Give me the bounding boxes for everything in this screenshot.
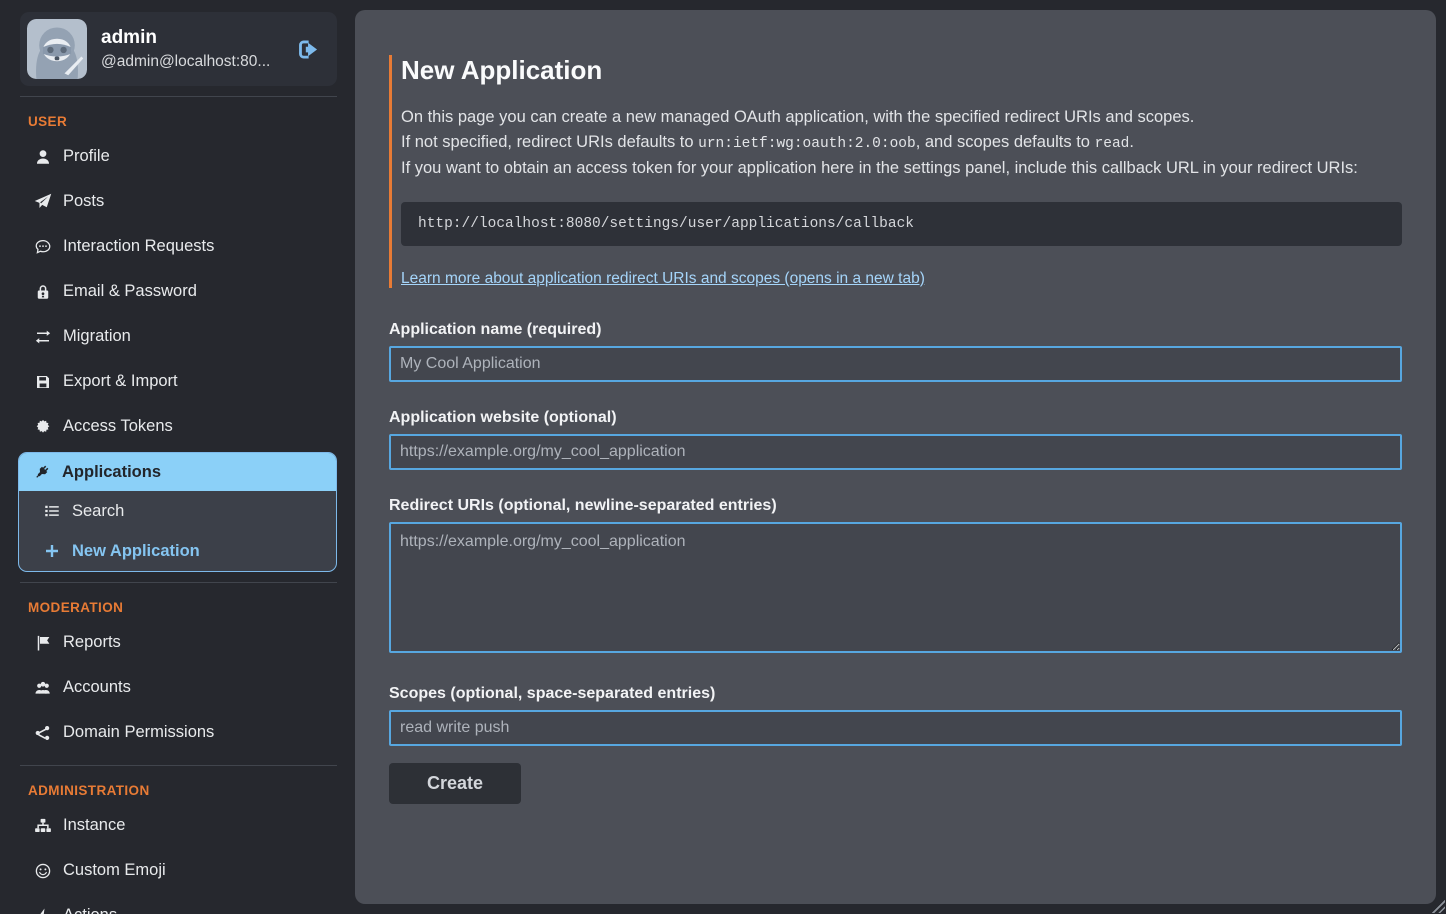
section-label-administration: ADMINISTRATION <box>20 766 337 803</box>
sidebar-item-label: Instance <box>63 816 125 835</box>
paper-plane-icon <box>32 193 53 211</box>
sidebar-item-label: Search <box>72 502 124 521</box>
user-handle: @admin@localhost:80... <box>101 53 270 71</box>
main-panel: New Application On this page you can cre… <box>355 10 1436 904</box>
scopes-label: Scopes (optional, space-separated entrie… <box>389 685 1402 703</box>
redirect-uris-label: Redirect URIs (optional, newline-separat… <box>389 497 1402 515</box>
sidebar-item-label: Reports <box>63 633 121 652</box>
user-name: admin <box>101 27 270 49</box>
sidebar-item-label: Domain Permissions <box>63 723 214 742</box>
sidebar-item-label: Posts <box>63 192 104 211</box>
application-website-input[interactable] <box>389 434 1402 470</box>
plus-icon <box>41 542 62 560</box>
inline-code-read: read <box>1095 136 1130 152</box>
sitemap-icon <box>32 817 53 835</box>
list-icon <box>41 502 62 520</box>
learn-more-link[interactable]: Learn more about application redirect UR… <box>401 270 925 288</box>
application-name-input[interactable] <box>389 346 1402 382</box>
sidebar-item-label: Migration <box>63 327 131 346</box>
scopes-input[interactable] <box>389 710 1402 746</box>
section-label-user: USER <box>20 97 337 134</box>
section-label-moderation: MODERATION <box>20 583 337 620</box>
sidebar-item-instance[interactable]: Instance <box>20 803 337 848</box>
plug-icon <box>31 463 52 481</box>
flag-icon <box>32 634 53 652</box>
sidebar-item-label: Interaction Requests <box>63 237 214 256</box>
sidebar: admin @admin@localhost:80... USER Profil… <box>0 0 355 914</box>
sidebar-item-label: Accounts <box>63 678 131 697</box>
bolt-icon <box>32 907 53 914</box>
intro-line-1: On this page you can create a new manage… <box>401 105 1402 130</box>
application-website-label: Application website (optional) <box>389 409 1402 427</box>
create-button[interactable]: Create <box>389 763 521 804</box>
sidebar-item-access-tokens[interactable]: Access Tokens <box>20 404 337 449</box>
sidebar-item-reports[interactable]: Reports <box>20 620 337 665</box>
sidebar-item-label: Profile <box>63 147 110 166</box>
user-card[interactable]: admin @admin@localhost:80... <box>20 12 337 86</box>
intro-line-3: If you want to obtain an access token fo… <box>401 156 1402 181</box>
sidebar-item-accounts[interactable]: Accounts <box>20 665 337 710</box>
avatar <box>27 19 87 79</box>
certificate-icon <box>32 418 53 436</box>
page: admin @admin@localhost:80... USER Profil… <box>0 0 1446 914</box>
applications-group: Applications Search New Application <box>18 452 337 572</box>
user-icon <box>32 148 53 166</box>
field-redirect-uris: Redirect URIs (optional, newline-separat… <box>389 497 1402 658</box>
sidebar-item-actions[interactable]: Actions <box>20 893 337 914</box>
sidebar-item-applications-new[interactable]: New Application <box>19 531 336 571</box>
page-title: New Application <box>401 55 1402 86</box>
field-application-website: Application website (optional) <box>389 409 1402 470</box>
sidebar-item-email-password[interactable]: Email & Password <box>20 269 337 314</box>
users-icon <box>32 679 53 697</box>
field-scopes: Scopes (optional, space-separated entrie… <box>389 685 1402 746</box>
sidebar-item-interaction-requests[interactable]: Interaction Requests <box>20 224 337 269</box>
redirect-uris-textarea[interactable] <box>389 522 1402 653</box>
inline-code-oob: urn:ietf:wg:oauth:2.0:oob <box>698 136 916 152</box>
page-description: On this page you can create a new manage… <box>401 105 1402 181</box>
sidebar-item-export-import[interactable]: Export & Import <box>20 359 337 404</box>
sidebar-item-domain-permissions[interactable]: Domain Permissions <box>20 710 337 755</box>
application-name-label: Application name (required) <box>389 321 1402 339</box>
comment-dots-icon <box>32 238 53 256</box>
sidebar-item-label: Custom Emoji <box>63 861 166 880</box>
callback-url-codeblock: http://localhost:8080/settings/user/appl… <box>401 202 1402 246</box>
sidebar-item-label: Email & Password <box>63 282 197 301</box>
exchange-arrows-icon <box>32 328 53 346</box>
sidebar-item-applications-search[interactable]: Search <box>19 491 336 531</box>
page-header: New Application On this page you can cre… <box>389 55 1402 288</box>
share-nodes-icon <box>32 724 53 742</box>
sidebar-item-custom-emoji[interactable]: Custom Emoji <box>20 848 337 893</box>
sidebar-item-migration[interactable]: Migration <box>20 314 337 359</box>
sidebar-item-applications[interactable]: Applications <box>19 453 336 491</box>
sidebar-item-label: Access Tokens <box>63 417 173 436</box>
sidebar-item-profile[interactable]: Profile <box>20 134 337 179</box>
smiley-icon <box>32 862 53 880</box>
field-application-name: Application name (required) <box>389 321 1402 382</box>
sidebar-item-label: Applications <box>62 463 161 482</box>
floppy-disk-icon <box>32 373 53 391</box>
new-application-form: Application name (required) Application … <box>389 321 1402 804</box>
sidebar-item-posts[interactable]: Posts <box>20 179 337 224</box>
logout-icon[interactable] <box>294 36 321 63</box>
intro-line-2: If not specified, redirect URIs defaults… <box>401 130 1402 157</box>
sidebar-item-label: Export & Import <box>63 372 178 391</box>
user-info: admin @admin@localhost:80... <box>101 27 270 71</box>
sidebar-item-label: Actions <box>63 906 117 914</box>
sidebar-item-label: New Application <box>72 542 200 561</box>
user-lock-icon <box>32 283 53 301</box>
